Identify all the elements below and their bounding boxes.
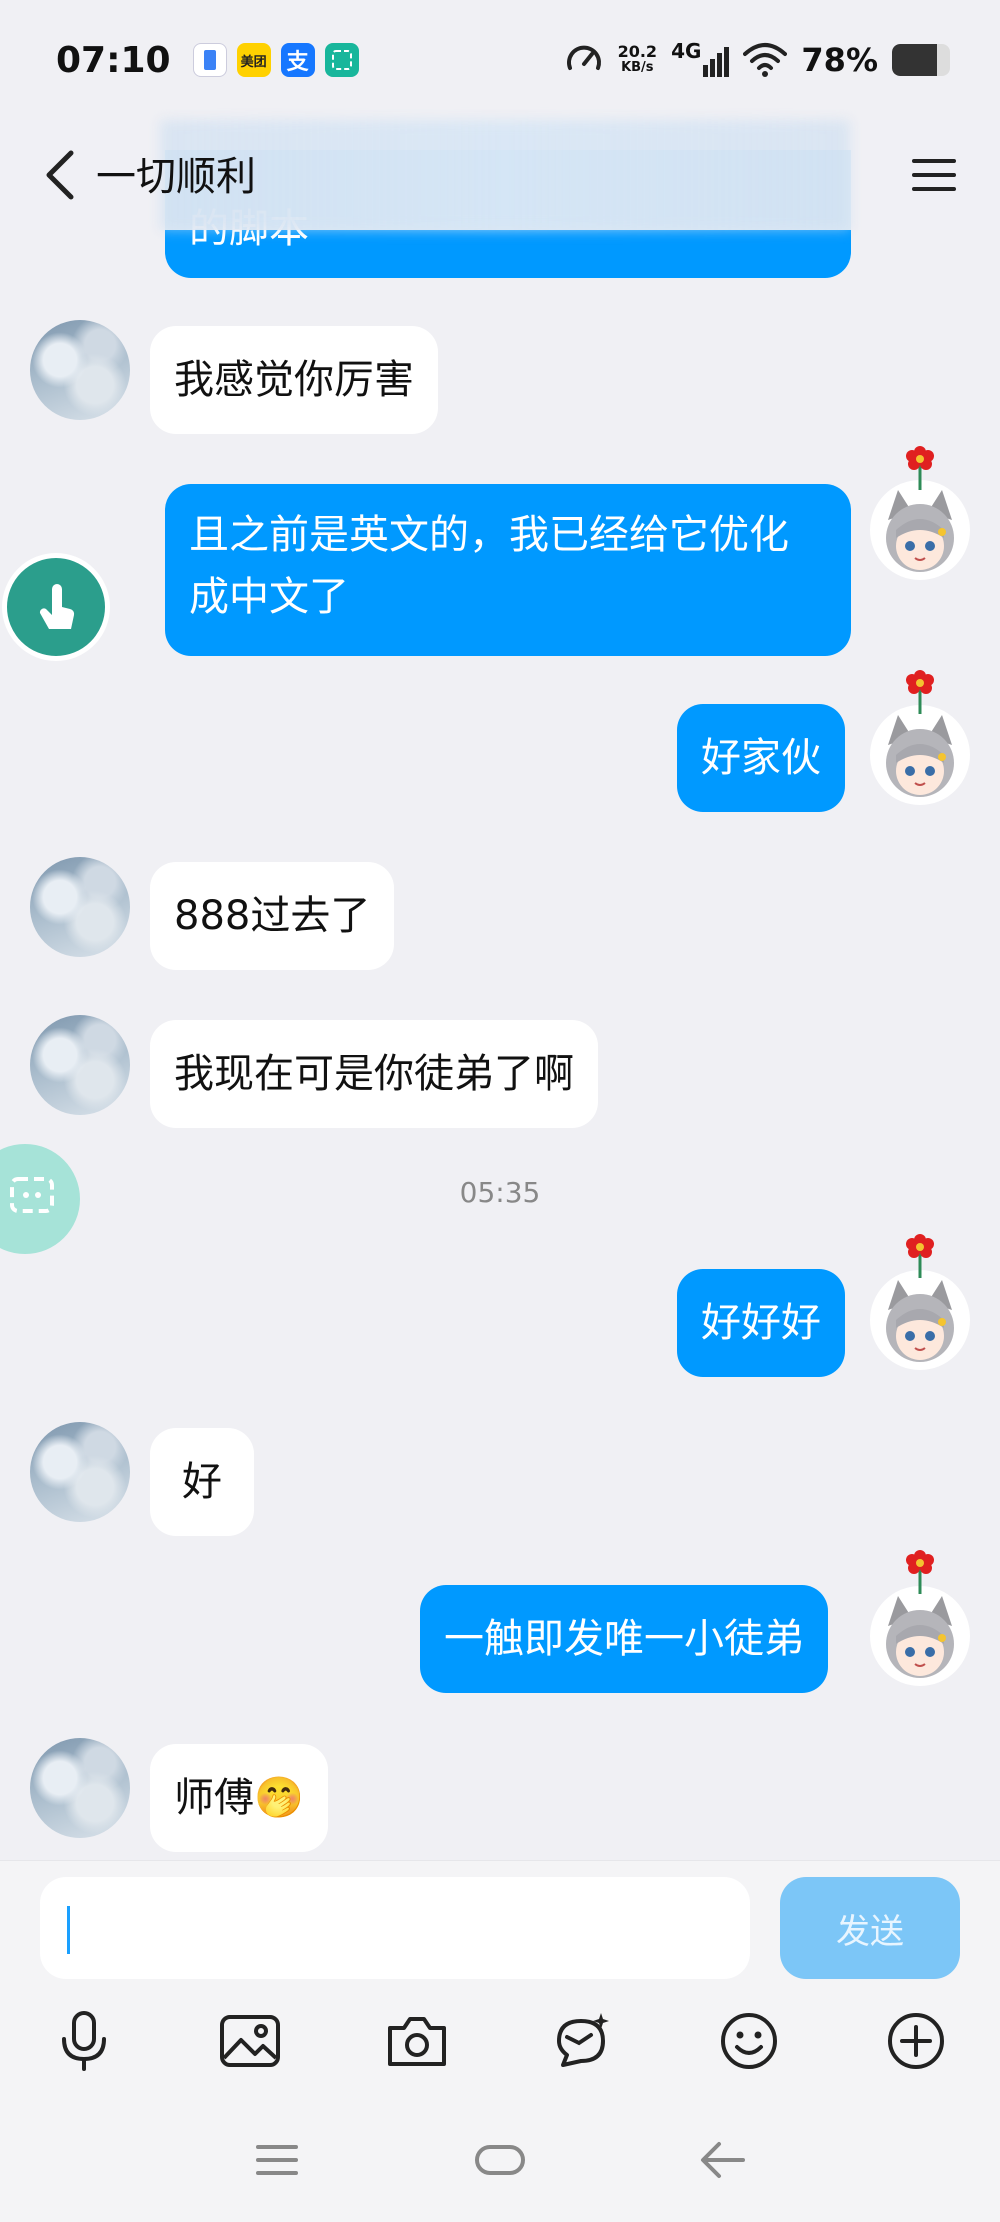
status-app-icons: 美团 支	[192, 43, 359, 77]
user-avatar[interactable]	[870, 705, 970, 805]
ai-chat-icon	[557, 2013, 609, 2067]
input-area: 发送	[0, 1860, 1000, 2100]
ai-chat-button[interactable]	[541, 2001, 621, 2081]
message-bubble-incoming[interactable]: 好	[150, 1428, 254, 1536]
message-text: 888过去了	[174, 893, 371, 939]
message-timestamp: 05:35	[459, 1176, 541, 1209]
touch-assist-float-button[interactable]	[2, 553, 110, 661]
status-indicators: 20.2 KB/s 4G 78%	[564, 39, 950, 80]
contact-avatar[interactable]	[30, 1738, 130, 1838]
microphone-icon	[62, 2011, 106, 2071]
network-speed-value: 20.2	[617, 42, 658, 61]
message-text: 我现在可是你徒弟了啊	[174, 1051, 574, 1097]
message-bubble-incoming[interactable]: 师傅🤭	[150, 1744, 328, 1852]
flower-decoration-icon	[906, 670, 934, 714]
meituan-icon-label: 美团	[240, 54, 267, 70]
message-bubble-incoming[interactable]: 我感觉你厉害	[150, 326, 438, 434]
image-icon	[220, 2015, 280, 2067]
menu-button[interactable]	[904, 145, 964, 205]
message-bubble-incoming[interactable]: 我现在可是你徒弟了啊	[150, 1020, 598, 1128]
voice-button[interactable]	[44, 2001, 124, 2081]
phone-app-icon	[192, 43, 227, 77]
home-button[interactable]	[465, 2130, 535, 2190]
image-button[interactable]	[210, 2001, 290, 2081]
home-icon	[475, 2145, 525, 2175]
chat-area[interactable]: 的脚本 我感觉你厉害 且之前是英文的，我已经给它优化成中文了	[0, 0, 1000, 1860]
contact-avatar[interactable]	[30, 1015, 130, 1115]
alipay-icon-label: 支	[286, 50, 309, 75]
plus-icon	[888, 2013, 944, 2069]
contact-avatar[interactable]	[30, 320, 130, 420]
contact-avatar[interactable]	[30, 1422, 130, 1522]
message-text: 师傅🤭	[174, 1775, 304, 1821]
chat-title: 一切顺利	[96, 154, 256, 200]
flower-decoration-icon	[906, 1550, 934, 1594]
input-toolbar	[0, 2001, 1000, 2081]
wifi-icon	[743, 43, 788, 77]
nav-back-button[interactable]	[688, 2130, 758, 2190]
user-avatar[interactable]	[870, 1586, 970, 1686]
flower-decoration-icon	[906, 446, 934, 490]
contact-avatar[interactable]	[30, 857, 130, 957]
message-bubble-outgoing[interactable]: 好家伙	[677, 704, 845, 812]
hamburger-menu-icon	[912, 159, 956, 191]
camera-button[interactable]	[377, 2001, 457, 2081]
meituan-app-icon: 美团	[236, 43, 271, 77]
network-speed: 20.2 KB/s	[618, 44, 657, 76]
message-text: 好好好	[701, 1300, 821, 1346]
cat-girl-avatar-icon	[886, 1280, 954, 1362]
send-button[interactable]: 发送	[780, 1877, 960, 1979]
text-caret	[67, 1906, 70, 1954]
network-type: 4G	[671, 39, 702, 63]
user-avatar[interactable]	[870, 480, 970, 580]
alipay-app-icon: 支	[280, 43, 315, 77]
cellular-signal: 4G	[671, 39, 730, 77]
more-button[interactable]	[876, 2001, 956, 2081]
battery-percent: 78%	[801, 41, 878, 79]
network-speed-unit: KB/s	[621, 60, 654, 75]
flower-decoration-icon	[906, 1234, 934, 1278]
recents-icon	[256, 2145, 298, 2175]
message-text: 我感觉你厉害	[174, 357, 414, 403]
chat-header: 一切顺利	[0, 120, 1000, 230]
message-text: 一触即发唯一小徒弟	[444, 1616, 804, 1662]
recents-button[interactable]	[242, 2130, 312, 2190]
cat-girl-avatar-icon	[886, 715, 954, 797]
chevron-left-icon	[46, 150, 74, 200]
message-text: 且之前是英文的，我已经给它优化成中文了	[189, 512, 789, 620]
emoji-icon	[721, 2013, 777, 2069]
message-bubble-outgoing[interactable]: 且之前是英文的，我已经给它优化成中文了	[165, 484, 851, 656]
system-navigation-bar	[0, 2100, 1000, 2222]
signal-bars-icon	[703, 47, 730, 77]
message-input[interactable]	[40, 1877, 750, 1979]
camera-icon	[388, 2017, 446, 2066]
emoji-button[interactable]	[709, 2001, 789, 2081]
message-bubble-incoming[interactable]: 888过去了	[150, 862, 395, 970]
back-button[interactable]	[30, 145, 90, 205]
message-bubble-outgoing[interactable]: 一触即发唯一小徒弟	[420, 1585, 828, 1693]
status-bar: 07:10 美团 支 20.2 KB/s 4G 78%	[0, 0, 1000, 120]
message-bubble-outgoing[interactable]: 好好好	[677, 1269, 845, 1377]
speedometer-icon	[566, 45, 601, 70]
hand-pointer-icon	[39, 584, 75, 629]
back-icon	[701, 2142, 745, 2178]
status-time: 07:10	[56, 39, 171, 81]
cat-girl-avatar-icon	[886, 1596, 954, 1678]
battery-icon	[892, 44, 950, 76]
cat-girl-avatar-icon	[886, 490, 954, 572]
message-text: 好	[182, 1459, 222, 1505]
message-text: 好家伙	[701, 735, 821, 781]
user-avatar[interactable]	[870, 1270, 970, 1370]
scanner-app-icon	[324, 43, 359, 77]
